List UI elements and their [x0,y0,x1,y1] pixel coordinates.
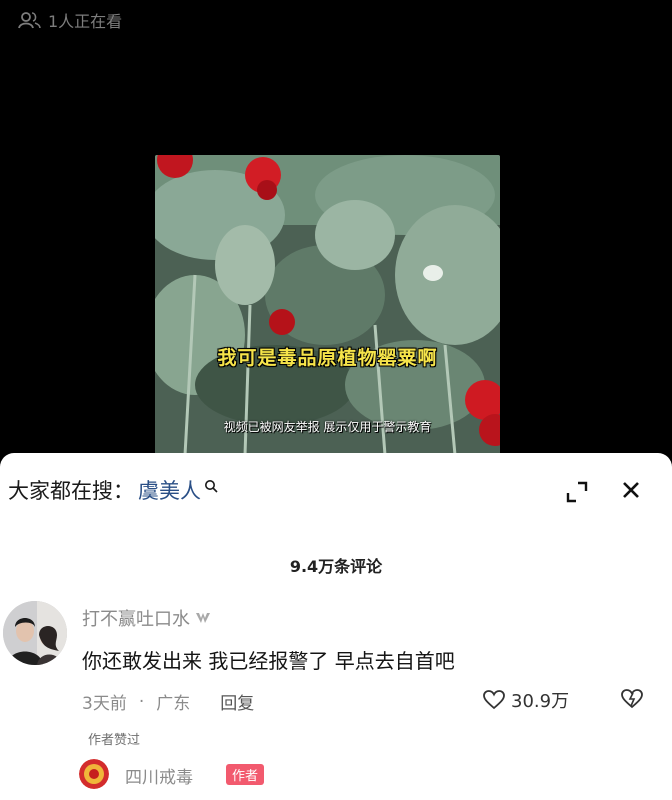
video-caption-main: 我可是毒品原植物罂粟啊 [217,347,438,369]
video-frame-image [155,155,500,455]
top-bar: 1人正在看 [0,0,672,40]
author-liked-label: 作者赞过 [88,733,141,748]
video-player[interactable]: 我可是毒品原植物罂粟啊 视频已被网友举报 展示仅用于警示教育 [155,155,500,455]
level-badge-icon [196,613,210,623]
comments-panel: 大家都在搜： 虞美人 9.4万条评论 打不赢吐口水 你还敢发出来 我已经报警了 … [0,453,672,800]
search-icon [205,480,218,493]
reply-username[interactable]: 四川戒毒 [125,763,193,788]
close-icon[interactable] [620,479,642,501]
like-button[interactable]: 30.9万 [483,687,569,713]
comment-meta: 3天前 · 广东 回复 [82,689,254,715]
comment-time: 3天前 [82,694,127,714]
heart-icon [483,690,505,710]
author-tag-badge: 作者 [226,764,265,785]
collapse-icon[interactable] [566,481,588,503]
viewers-count-text: 1人正在看 [48,12,123,31]
search-keyword-link[interactable]: 虞美人 [138,475,201,505]
comment-text: 你还敢发出来 我已经报警了 早点去自首吧 [82,649,455,673]
avatar[interactable] [3,601,67,665]
dislike-icon[interactable] [621,689,643,709]
reply-button[interactable]: 回复 [220,689,254,714]
comment-count: 9.4万条评论 [289,557,383,576]
reply-avatar[interactable] [79,759,109,789]
viewers-icon [18,12,41,29]
video-caption-sub: 视频已被网友举报 展示仅用于警示教育 [223,420,432,434]
like-count: 30.9万 [511,691,570,712]
search-prefix-label: 大家都在搜： [8,479,134,503]
comment-location: 广东 [156,694,191,714]
comment-username-text: 打不赢吐口水 [82,609,190,630]
comment-username[interactable]: 打不赢吐口水 [82,605,212,631]
meta-separator: · [138,691,145,712]
